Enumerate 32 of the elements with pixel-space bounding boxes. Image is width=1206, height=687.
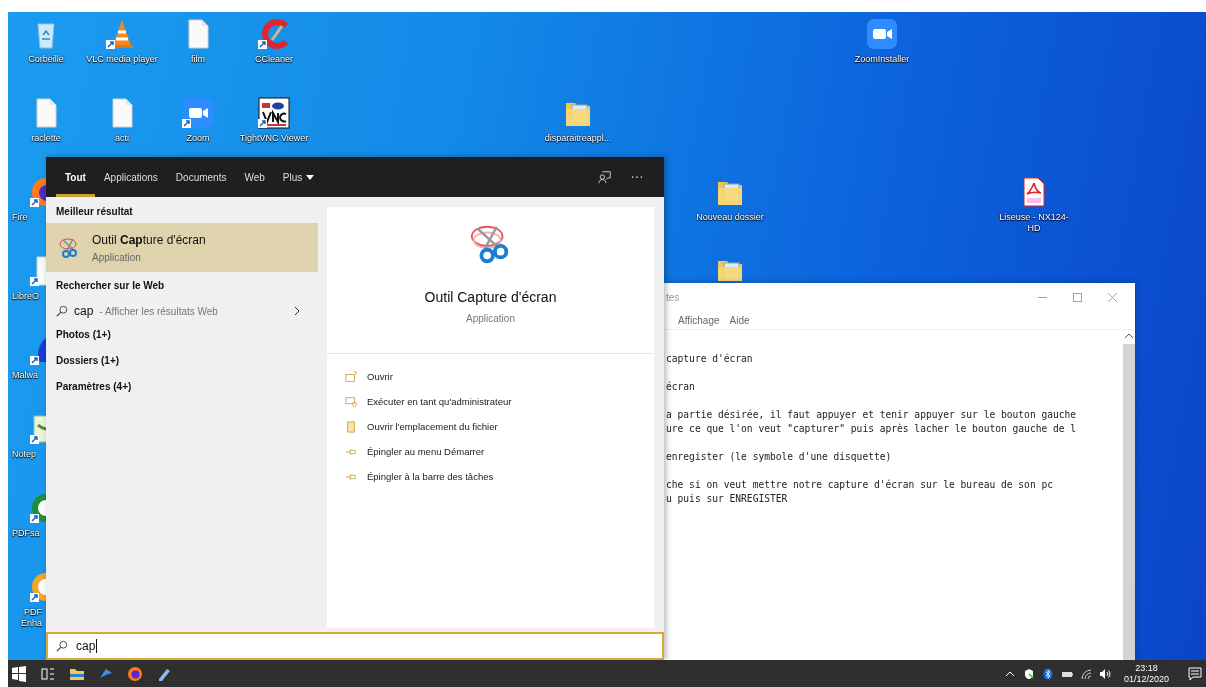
- section-heading: Rechercher sur le Web: [55, 280, 166, 293]
- text-line: écran: [666, 380, 696, 394]
- icon-label: film: [191, 54, 205, 65]
- icon-label: Liseuse - NX124-HD: [998, 212, 1070, 234]
- icon-label: ZoomInstaller: [854, 54, 910, 65]
- text-line: u puis sur ENREGISTER: [666, 492, 789, 506]
- icon-label: VLC media player: [86, 54, 158, 65]
- icon-label: CCleaner: [255, 54, 293, 65]
- text-line: enregister (le symbole d'une disquette): [666, 450, 893, 464]
- icon-label: LibreO: [12, 291, 39, 302]
- icon-label: disparaitreappl...: [544, 133, 612, 144]
- text-line: che si on veut mettre notre capture d'écran sur le bureau de son pc: [666, 478, 1054, 492]
- result-title: Outil Capture d'écran: [92, 232, 206, 247]
- icon-label: acti: [115, 133, 129, 144]
- icon-label: Corbeille: [28, 54, 64, 65]
- icon-label: Zoom: [186, 133, 210, 144]
- text-line: a partie désirée, il faut appuyer et tenir appuyer sur le bouton gauche: [666, 408, 1078, 422]
- icon-label: raclette: [31, 133, 61, 144]
- text-line: capture d'écran: [666, 352, 754, 366]
- result-subtitle: Application: [92, 251, 142, 263]
- icon-label: Fire: [12, 212, 28, 223]
- section-heading: Meilleur résultat: [55, 206, 134, 219]
- icon-label: PDFsa: [12, 528, 40, 539]
- icon-label: Malwa: [12, 370, 38, 381]
- icon-label: Nouveau dossier: [696, 212, 764, 223]
- icon-label: PDF Enha: [19, 607, 42, 629]
- icon-label: TightVNC Viewer: [239, 133, 309, 144]
- app-type: Application: [466, 313, 515, 324]
- window-title: tes: [666, 291, 680, 303]
- icon-label: Notep: [12, 449, 37, 460]
- app-title: Outil Capture d'écran: [424, 289, 557, 305]
- text-line: ure ce que l'on veut "capturer" puis après lacher le bouton gauche de l: [666, 422, 1078, 436]
